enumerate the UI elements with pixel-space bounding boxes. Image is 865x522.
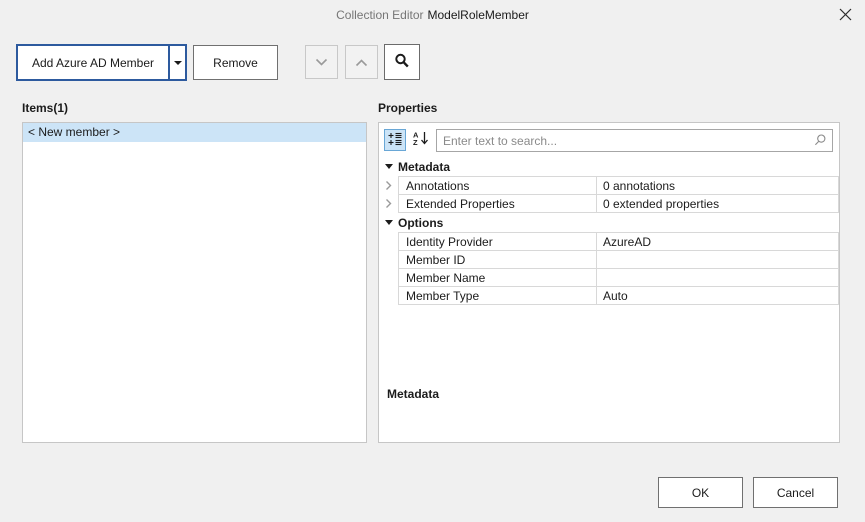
property-row[interactable]: Extended Properties0 extended properties xyxy=(379,194,839,213)
add-azure-ad-member-label: Add Azure AD Member xyxy=(18,46,168,79)
dialog-title-prefix: Collection Editor xyxy=(336,8,423,22)
dialog-title: Collection Editor ModelRoleMember xyxy=(0,8,865,22)
property-search-input[interactable] xyxy=(436,129,833,152)
remove-button[interactable]: Remove xyxy=(193,45,278,80)
categorized-view-button[interactable] xyxy=(384,129,406,151)
property-value[interactable]: 0 extended properties xyxy=(597,194,839,213)
svg-text:Z: Z xyxy=(413,138,418,146)
move-up-button[interactable] xyxy=(345,45,378,79)
row-gutter xyxy=(379,286,398,305)
category-row[interactable]: Options xyxy=(379,213,839,232)
property-value[interactable]: 0 annotations xyxy=(597,176,839,195)
items-list[interactable]: < New member > xyxy=(22,122,367,443)
property-name[interactable]: Annotations xyxy=(398,176,597,195)
alphabetical-view-button[interactable]: A Z xyxy=(410,129,432,151)
categorized-icon xyxy=(388,132,402,149)
property-row[interactable]: Member TypeAuto xyxy=(379,286,839,305)
properties-panel: A Z MetadataAnnotations0 annotationsExte… xyxy=(378,122,840,443)
row-gutter xyxy=(379,268,398,287)
ok-button[interactable]: OK xyxy=(658,477,743,508)
property-row[interactable]: Member Name xyxy=(379,268,839,287)
property-search xyxy=(436,129,833,152)
list-item[interactable]: < New member > xyxy=(23,123,366,142)
move-down-button[interactable] xyxy=(305,45,338,79)
chevron-up-icon xyxy=(355,55,368,70)
row-expander-icon[interactable] xyxy=(379,194,398,213)
add-member-dropdown-toggle[interactable] xyxy=(170,46,185,79)
property-value[interactable]: AzureAD xyxy=(597,232,839,251)
add-azure-ad-member-button[interactable]: Add Azure AD Member xyxy=(16,44,187,81)
close-button[interactable] xyxy=(835,6,855,26)
property-row[interactable]: Identity ProviderAzureAD xyxy=(379,232,839,251)
property-value[interactable] xyxy=(597,250,839,269)
property-name[interactable]: Member ID xyxy=(398,250,597,269)
dialog-title-object: ModelRoleMember xyxy=(428,8,529,22)
title-bar: Collection Editor ModelRoleMember xyxy=(0,0,865,30)
row-expander-icon[interactable] xyxy=(379,176,398,195)
category-collapse-icon[interactable] xyxy=(379,213,398,232)
category-label: Metadata xyxy=(398,157,450,176)
cancel-button[interactable]: Cancel xyxy=(753,477,838,508)
property-grid-rows: MetadataAnnotations0 annotationsExtended… xyxy=(379,157,839,305)
row-gutter xyxy=(379,250,398,269)
close-icon xyxy=(839,8,852,24)
property-name[interactable]: Member Name xyxy=(398,268,597,287)
property-name[interactable]: Extended Properties xyxy=(398,194,597,213)
az-sort-icon: A Z xyxy=(413,131,429,149)
property-name[interactable]: Member Type xyxy=(398,286,597,305)
property-value[interactable]: Auto xyxy=(597,286,839,305)
description-title: Metadata xyxy=(387,387,439,401)
property-row[interactable]: Annotations0 annotations xyxy=(379,176,839,195)
search-toolbar-button[interactable] xyxy=(384,44,420,80)
search-icon xyxy=(394,53,410,72)
dropdown-caret-icon xyxy=(174,61,182,65)
category-collapse-icon[interactable] xyxy=(379,157,398,176)
collection-editor-dialog: Collection Editor ModelRoleMember Add Azu… xyxy=(0,0,865,522)
chevron-down-icon xyxy=(315,55,328,70)
properties-header: Properties xyxy=(378,101,437,115)
category-label: Options xyxy=(398,213,443,232)
category-row[interactable]: Metadata xyxy=(379,157,839,176)
property-row[interactable]: Member ID xyxy=(379,250,839,269)
items-header: Items(1) xyxy=(22,101,68,115)
property-name[interactable]: Identity Provider xyxy=(398,232,597,251)
row-gutter xyxy=(379,232,398,251)
property-value[interactable] xyxy=(597,268,839,287)
